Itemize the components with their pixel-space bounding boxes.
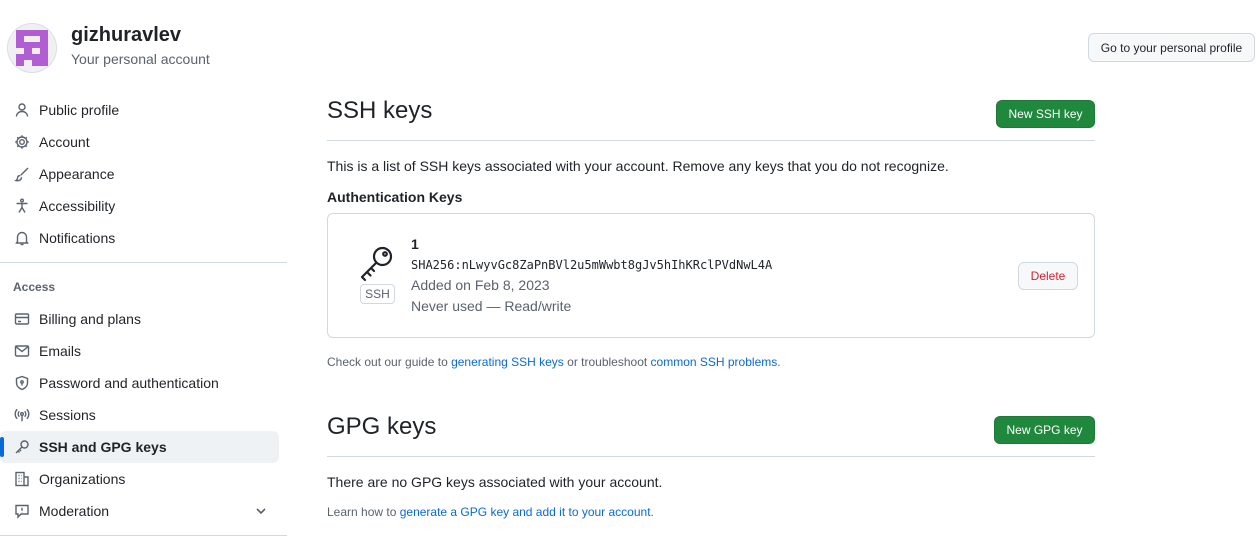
gpg-empty-text: There are no GPG keys associated with yo…	[327, 474, 663, 490]
sidebar-item-label: Appearance	[39, 166, 115, 182]
sidebar-item-notifications[interactable]: Notifications	[0, 222, 279, 254]
accessibility-icon	[13, 197, 31, 215]
sidebar-item-label: SSH and GPG keys	[39, 439, 167, 455]
sidebar-item-account[interactable]: Account	[0, 126, 279, 158]
account-username: gizhuravlev	[71, 24, 182, 46]
settings-sidebar: Public profile Account Appearance Access…	[0, 94, 287, 544]
common-ssh-problems-link[interactable]: common SSH problems	[651, 355, 778, 369]
avatar[interactable]	[8, 24, 56, 72]
organization-icon	[13, 470, 31, 488]
generating-ssh-keys-link[interactable]: generating SSH keys	[451, 355, 564, 369]
sidebar-item-label: Account	[39, 134, 90, 150]
shield-lock-icon	[13, 374, 31, 392]
key-icon	[358, 244, 396, 282]
sidebar-item-label: Organizations	[39, 471, 126, 487]
sidebar-item-label: Public profile	[39, 102, 120, 118]
sidebar-item-accessibility[interactable]: Accessibility	[0, 190, 279, 222]
sidebar-item-label: Billing and plans	[39, 311, 141, 327]
section-divider	[327, 456, 1095, 457]
ssh-keys-title: SSH keys	[327, 97, 433, 124]
sidebar-item-billing[interactable]: Billing and plans	[0, 303, 279, 335]
credit-card-icon	[13, 310, 31, 328]
sidebar-item-label: Emails	[39, 343, 82, 359]
ssh-note-suffix: .	[777, 355, 781, 369]
ssh-note-prefix: Check out our guide to	[327, 355, 452, 369]
section-divider	[327, 140, 1095, 141]
sidebar-item-label: Sessions	[39, 407, 96, 423]
ssh-type-badge: SSH	[360, 284, 395, 304]
gpg-note-suffix: .	[650, 505, 654, 519]
sidebar-item-ssh-gpg-keys[interactable]: SSH and GPG keys	[0, 431, 279, 463]
ssh-key-usage: Never used — Read/write	[411, 298, 572, 314]
ssh-intro-text: This is a list of SSH keys associated wi…	[327, 158, 949, 174]
paintbrush-icon	[13, 165, 31, 183]
sidebar-item-label: Password and authentication	[39, 375, 219, 391]
chevron-down-icon[interactable]	[253, 503, 269, 519]
sidebar-group-access: Access	[13, 280, 56, 294]
ssh-key-added-date: Added on Feb 8, 2023	[411, 277, 550, 293]
report-icon	[13, 502, 31, 520]
ssh-key-fingerprint: SHA256:nLwyvGc8ZaPnBVl2u5mWwbt8gJv5hIhKR…	[411, 258, 773, 272]
gpg-note-prefix: Learn how to	[327, 505, 400, 519]
ssh-key-title: 1	[411, 236, 419, 252]
sidebar-item-label: Moderation	[39, 503, 110, 519]
go-to-profile-button[interactable]: Go to your personal profile	[1088, 33, 1255, 62]
bell-icon	[13, 229, 31, 247]
sidebar-item-moderation[interactable]: Moderation	[0, 495, 279, 527]
mail-icon	[13, 342, 31, 360]
sidebar-item-sessions[interactable]: Sessions	[0, 399, 279, 431]
delete-ssh-key-button[interactable]: Delete	[1018, 262, 1078, 290]
sidebar-divider	[0, 535, 287, 536]
sidebar-divider	[0, 262, 287, 263]
ssh-note-middle: or troubleshoot	[563, 355, 651, 369]
gear-icon	[13, 133, 31, 151]
account-subtitle: Your personal account	[71, 51, 210, 67]
gpg-keys-title: GPG keys	[327, 413, 437, 440]
ssh-key-card	[327, 213, 1095, 338]
sidebar-item-organizations[interactable]: Organizations	[0, 463, 279, 495]
sidebar-item-appearance[interactable]: Appearance	[0, 158, 279, 190]
sidebar-item-public-profile[interactable]: Public profile	[0, 94, 279, 126]
person-icon	[13, 101, 31, 119]
key-icon	[13, 438, 31, 456]
broadcast-icon	[13, 406, 31, 424]
new-ssh-key-button[interactable]: New SSH key	[996, 100, 1095, 128]
ssh-help-note: Check out our guide to generating SSH ke…	[327, 355, 781, 369]
sidebar-item-emails[interactable]: Emails	[0, 335, 279, 367]
new-gpg-key-button[interactable]: New GPG key	[994, 416, 1095, 444]
gpg-help-note: Learn how to generate a GPG key and add …	[327, 505, 654, 519]
sidebar-item-password-auth[interactable]: Password and authentication	[0, 367, 279, 399]
generate-gpg-key-link[interactable]: generate a GPG key and add it to your ac…	[400, 505, 651, 519]
authentication-keys-heading: Authentication Keys	[327, 189, 463, 205]
sidebar-item-label: Accessibility	[39, 198, 116, 214]
sidebar-item-label: Notifications	[39, 230, 116, 246]
